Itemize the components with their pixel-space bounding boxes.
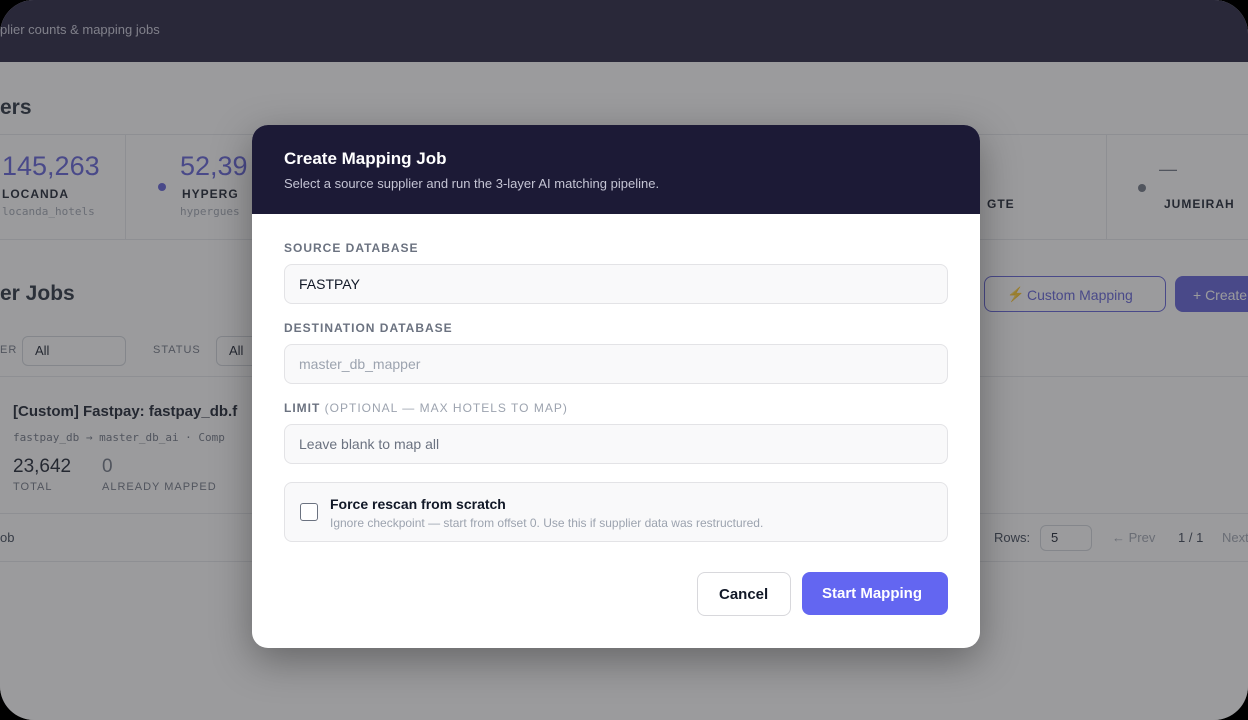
dialog-subtitle: Select a source supplier and run the 3-l… [284,176,660,191]
destination-database-value: master_db_mapper [299,356,421,372]
dialog-header: Create Mapping Job Select a source suppl… [252,125,980,214]
force-rescan-option[interactable]: Force rescan from scratch Ignore checkpo… [284,482,948,542]
limit-placeholder: Leave blank to map all [299,436,440,452]
destination-database-label: DESTINATION DATABASE [284,321,453,335]
limit-label: LIMIT (OPTIONAL — MAX HOTELS TO MAP) [284,401,568,415]
start-mapping-button[interactable]: Start Mapping [802,572,948,615]
force-rescan-description: Ignore checkpoint — start from offset 0.… [330,516,764,530]
source-database-value: FASTPAY [299,276,360,292]
dialog-title: Create Mapping Job [284,149,447,168]
limit-input[interactable]: Leave blank to map all [284,424,948,464]
cancel-button[interactable]: Cancel [697,572,791,616]
source-database-select[interactable]: FASTPAY [284,264,948,304]
destination-database-field: master_db_mapper [284,344,948,384]
app-window: plier counts & mapping jobs ers 145,263 … [0,0,1248,720]
create-mapping-job-dialog: Create Mapping Job Select a source suppl… [252,125,980,648]
force-rescan-checkbox[interactable] [300,503,318,521]
force-rescan-title: Force rescan from scratch [330,496,506,512]
limit-hint: (OPTIONAL — MAX HOTELS TO MAP) [324,401,568,415]
source-database-label: SOURCE DATABASE [284,241,419,255]
